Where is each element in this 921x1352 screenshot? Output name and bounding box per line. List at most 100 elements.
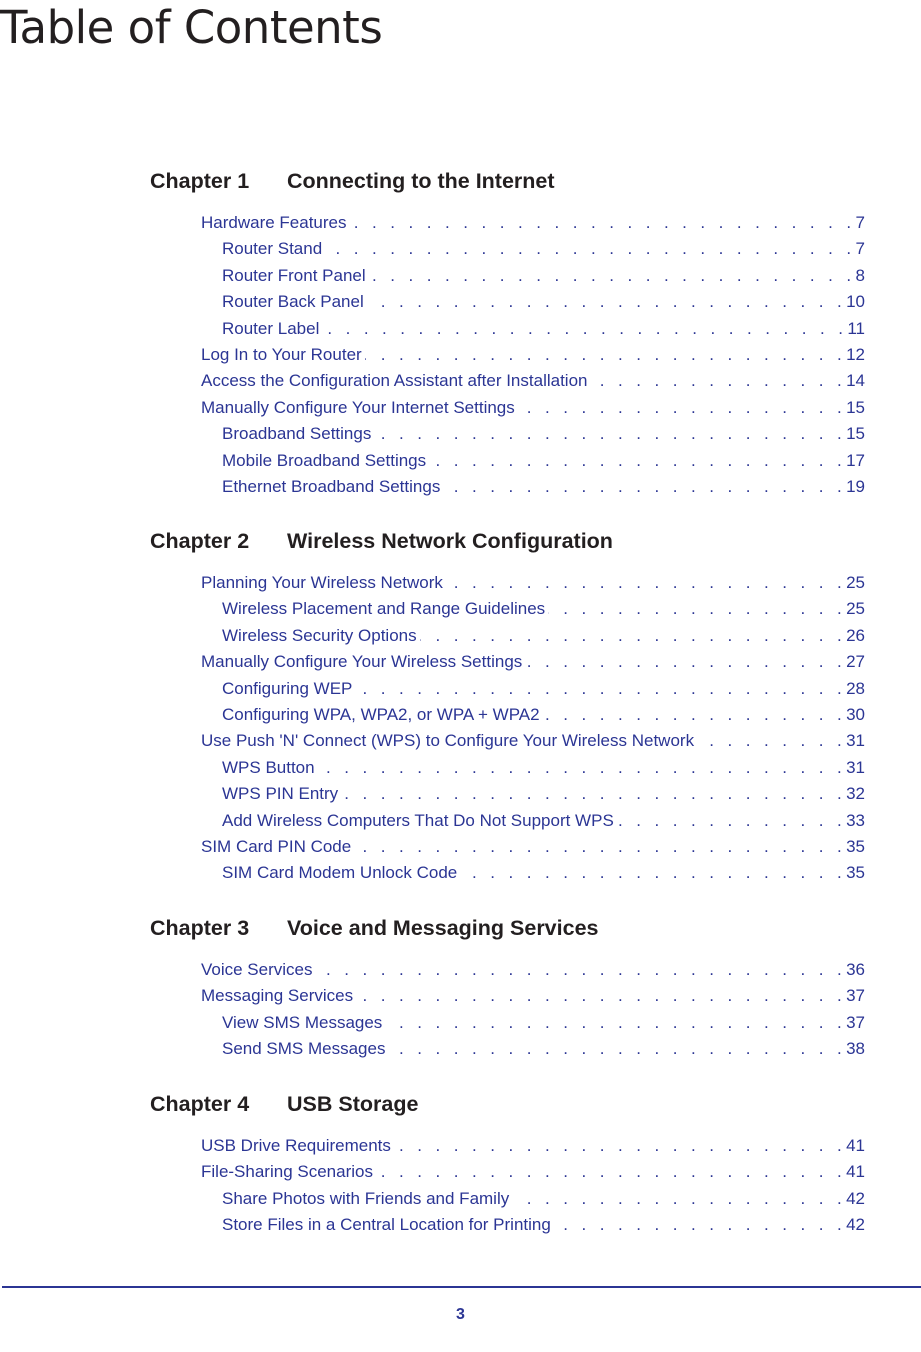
toc-entry-title: Hardware Features <box>201 210 350 237</box>
toc-entry-title: Router Back Panel <box>222 289 367 316</box>
toc-entry-row: Store Files in a Central Location for Pr… <box>222 1212 865 1239</box>
chapter-heading[interactable]: Chapter 1 Connecting to the Internet <box>150 168 865 194</box>
toc-entry-row: SIM Card PIN Code 35 <box>201 833 865 861</box>
toc-entry[interactable]: Messaging Services 37 <box>150 983 865 1010</box>
toc-entry-page-number: 14 <box>846 371 865 391</box>
toc-entry-page-number: 31 <box>846 757 865 777</box>
toc-entry-title: Planning Your Wireless Network <box>201 570 446 597</box>
toc-entry-title: Voice Services <box>201 957 316 984</box>
toc-subentry[interactable]: Router Stand 7 <box>150 236 865 263</box>
toc-subentry[interactable]: WPS Button 31 <box>150 754 865 782</box>
toc-entry-page-number: 7 <box>855 239 865 259</box>
dot-leader <box>420 623 846 649</box>
chapter-2: Chapter 2 Wireless Network Configuration … <box>150 528 865 887</box>
dot-leader <box>369 263 856 289</box>
footer-page-number: 3 <box>456 1306 465 1323</box>
toc-entry-page-number: 26 <box>846 625 865 645</box>
toc-entry-page-number: 15 <box>846 397 865 417</box>
toc-subentry[interactable]: Wireless Security Options 26 <box>150 622 865 650</box>
toc-entry[interactable]: Planning Your Wireless Network 25 <box>150 570 865 597</box>
toc-entry-title: Access the Configuration Assistant after… <box>201 368 591 395</box>
toc-entry-page-number: 11 <box>847 318 865 338</box>
toc-subentry[interactable]: Router Front Panel 8 <box>150 262 865 290</box>
toc-entry-page-number: 36 <box>846 960 865 979</box>
toc-entries: Voice Services 36 Messaging Services37View… <box>150 957 865 1063</box>
chapter-heading[interactable]: Chapter 4 USB Storage <box>150 1091 865 1117</box>
toc-subentry[interactable]: Router Back Panel 10 <box>150 289 865 316</box>
toc-entry[interactable]: SIM Card PIN Code 35 <box>150 833 865 861</box>
toc-entry-title: Mobile Broadband Settings <box>222 447 430 474</box>
toc-entry-page-number: 27 <box>846 652 865 672</box>
toc-entry[interactable]: Manually Configure Your Wireless Setting… <box>150 649 865 676</box>
toc-subentry[interactable]: Share Photos with Friends and Family 42 <box>150 1185 865 1213</box>
toc-entry-page-number: 42 <box>846 1188 865 1208</box>
toc-entry-row: Mobile Broadband Settings 17 <box>222 447 865 474</box>
toc-entry-row: Send SMS Messages 38 <box>222 1036 865 1063</box>
chapter-label: Chapter 1 <box>150 169 250 193</box>
toc-entry-page-number: 10 <box>846 292 865 312</box>
toc-subentry[interactable]: WPS PIN Entry 32 <box>150 781 865 808</box>
toc-subentry[interactable]: View SMS Messages 37 <box>150 1009 865 1037</box>
toc-subentry[interactable]: Ethernet Broadband Settings 19 <box>150 473 865 501</box>
toc-subentry[interactable]: Configuring WPA, WPA2, or WPA + WPA2 30 <box>150 701 865 729</box>
toc-entry-row: Hardware Features 7 <box>201 210 865 237</box>
dot-leader <box>394 1133 846 1159</box>
toc-subentry[interactable]: Mobile Broadband Settings 17 <box>150 447 865 474</box>
dot-leader <box>543 702 846 728</box>
toc-entry-page-number: 38 <box>846 1039 865 1059</box>
chapter-heading[interactable]: Chapter 3 Voice and Messaging Services <box>150 915 865 941</box>
dot-leader <box>554 1212 846 1238</box>
dot-leader <box>617 808 846 834</box>
toc-entry[interactable]: File-Sharing Scenarios 41 <box>150 1159 865 1186</box>
toc-entry-row: Share Photos with Friends and Family 42 <box>222 1185 865 1213</box>
toc-entry-row: Log In to Your Router 12 <box>201 341 865 369</box>
toc-subentry[interactable]: Broadband Settings 15 <box>150 421 865 448</box>
dot-leader <box>325 236 855 262</box>
toc-entry-row: WPS PIN Entry 32 <box>222 781 865 808</box>
toc-entry[interactable]: Voice Services 36 <box>150 957 865 984</box>
toc-entry-title: WPS Button <box>222 754 318 782</box>
toc-entry-title: Store Files in a Central Location for Pr… <box>222 1212 554 1239</box>
toc-subentry[interactable]: SIM Card Modem Unlock Code 35 <box>150 860 865 887</box>
toc-entry-page-number: 33 <box>846 810 865 830</box>
dot-leader <box>322 316 847 342</box>
toc-entry-title: Router Stand <box>222 236 326 263</box>
toc-subentry[interactable]: Add Wireless Computers That Do Not Suppo… <box>150 807 865 834</box>
toc-entry-title: View SMS Messages <box>222 1009 386 1037</box>
toc-entry[interactable]: Hardware Features 7 <box>150 210 865 237</box>
toc-entry-title: Broadband Settings <box>222 421 375 448</box>
toc-entry-row: Planning Your Wireless Network 25 <box>201 570 865 597</box>
toc-subentry[interactable]: Send SMS Messages 38 <box>150 1036 865 1063</box>
toc-subentry[interactable]: Store Files in a Central Location for Pr… <box>150 1212 865 1239</box>
toc-entry[interactable]: Use Push 'N' Connect (WPS) to Configure … <box>150 728 865 755</box>
dot-leader <box>446 570 846 596</box>
dot-leader <box>374 421 846 447</box>
toc-entry[interactable]: USB Drive Requirements 41 <box>150 1133 865 1160</box>
dot-leader <box>376 1159 846 1185</box>
toc-entries: Planning Your Wireless Network 25 Wireless… <box>150 570 865 887</box>
toc-entry-page-number: 35 <box>846 863 865 883</box>
chapter-heading[interactable]: Chapter 2 Wireless Network Configuration <box>150 528 865 554</box>
toc-entry-row: Voice Services 36 <box>201 957 865 984</box>
chapter-3: Chapter 3 Voice and Messaging Services Vo… <box>150 915 865 1063</box>
toc-entry-page-number: 25 <box>846 573 865 592</box>
toc-entry-row: Access the Configuration Assistant after… <box>201 368 865 395</box>
toc-entry-title: WPS PIN Entry <box>222 781 342 808</box>
toc-entry-row: USB Drive Requirements 41 <box>201 1133 865 1160</box>
toc-entry-page-number: 19 <box>846 476 865 496</box>
toc-entry[interactable]: Manually Configure Your Internet Setting… <box>150 394 865 422</box>
toc-entry[interactable]: Log In to Your Router 12 <box>150 341 865 369</box>
toc-entry-page-number: 41 <box>846 1136 865 1155</box>
toc-subentry[interactable]: Wireless Placement and Range Guidelines 2… <box>150 596 865 623</box>
toc-entry-row: Ethernet Broadband Settings 19 <box>222 473 865 501</box>
toc-entry-row: Wireless Security Options 26 <box>222 622 865 650</box>
dot-leader <box>518 395 846 421</box>
toc-subentry[interactable]: Configuring WEP 28 <box>150 675 865 702</box>
chapter-title: Voice and Messaging Services <box>287 916 599 940</box>
dot-leader <box>365 342 846 368</box>
toc-subentry[interactable]: Router Label 11 <box>150 315 865 342</box>
toc-entry-page-number: 17 <box>846 450 865 470</box>
dot-leader <box>697 728 846 754</box>
toc-entry[interactable]: Access the Configuration Assistant after… <box>150 368 865 395</box>
dot-leader <box>525 649 846 675</box>
